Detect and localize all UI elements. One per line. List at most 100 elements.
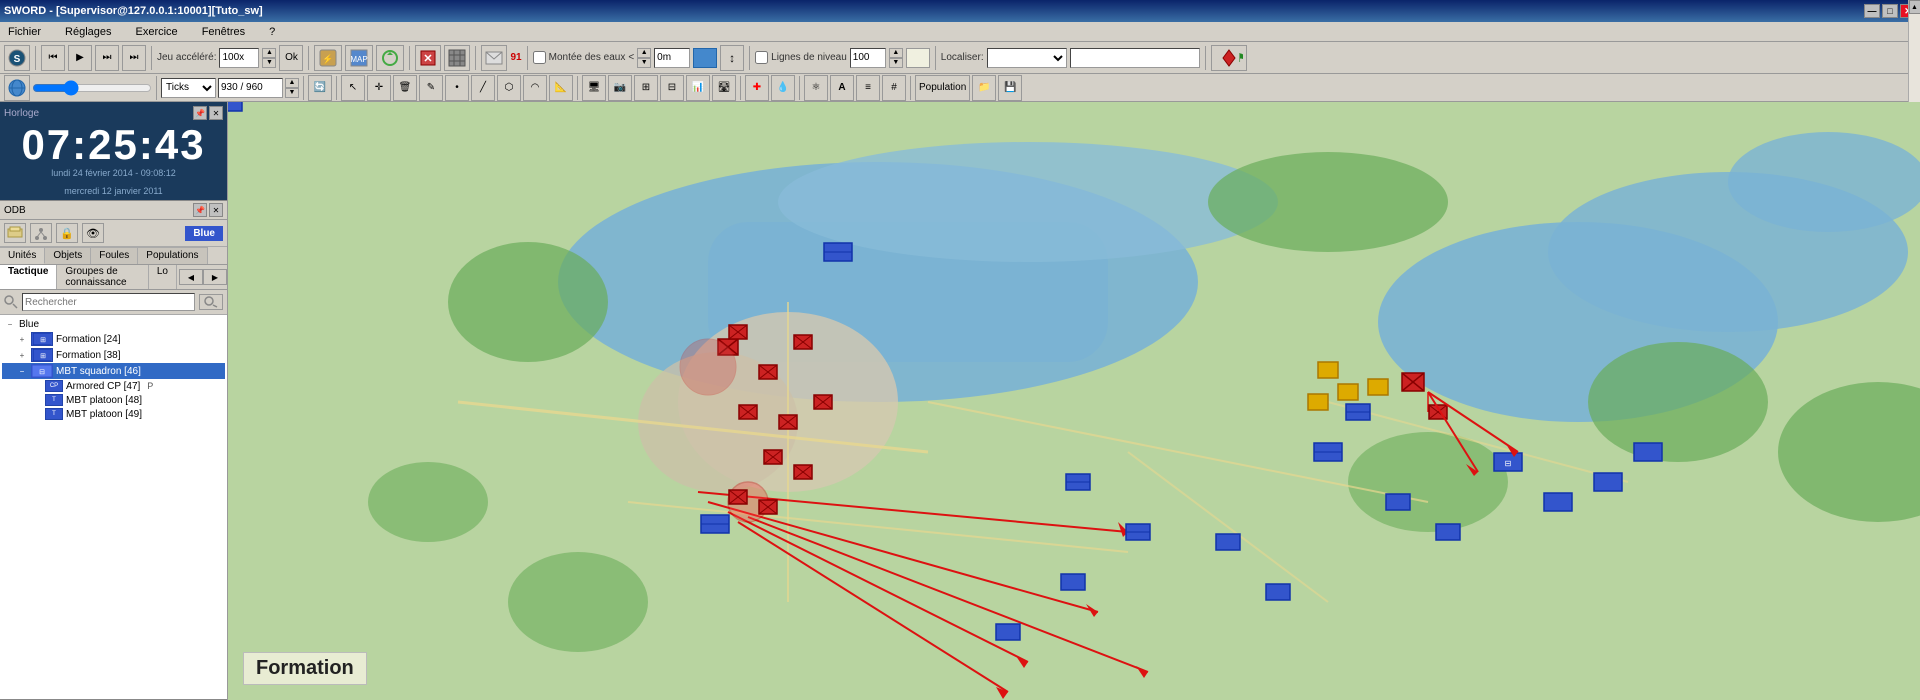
tree-armored-cp-47[interactable]: CP Armored CP [47] P bbox=[2, 379, 225, 393]
zoom-fit-button[interactable]: ⊞ bbox=[634, 75, 658, 101]
lignes-niveau-input[interactable] bbox=[850, 48, 886, 68]
step-button[interactable]: ⏭ bbox=[95, 45, 119, 71]
play-button[interactable]: ▶ bbox=[68, 45, 92, 71]
tree-mbt-platoon-49[interactable]: T MBT platoon [49] bbox=[2, 407, 225, 421]
tree-formation-24[interactable]: + ⊞ Formation [24] bbox=[2, 331, 225, 347]
mail-button[interactable] bbox=[481, 45, 507, 71]
maximize-button[interactable]: □ bbox=[1882, 4, 1898, 18]
drop-button[interactable]: 💧 bbox=[771, 75, 795, 101]
line-button[interactable]: ╱ bbox=[471, 75, 495, 101]
localiser-input[interactable] bbox=[1070, 48, 1200, 68]
ticks-down[interactable]: ▼ bbox=[285, 88, 299, 98]
montee-eaux-input[interactable] bbox=[654, 48, 690, 68]
zoom-slider[interactable] bbox=[32, 81, 152, 95]
lignes-niveau-checkbox[interactable] bbox=[755, 51, 768, 64]
odb-eye-button[interactable]: 👁 bbox=[82, 223, 104, 243]
population-button[interactable]: Population bbox=[915, 75, 970, 101]
screen-button[interactable]: 🖥 bbox=[582, 75, 606, 101]
clock-pin-button[interactable]: 📌 bbox=[193, 106, 207, 120]
tab-unites[interactable]: Unités bbox=[0, 247, 45, 264]
menu-fenetres[interactable]: Fenêtres bbox=[198, 26, 249, 38]
refresh2-button[interactable]: 🔄 bbox=[308, 75, 332, 101]
minimize-button[interactable]: — bbox=[1864, 4, 1880, 18]
montee-eaux-checkbox[interactable] bbox=[533, 51, 546, 64]
scenario-button[interactable]: ⚡ bbox=[314, 45, 342, 71]
tab-objets[interactable]: Objets bbox=[45, 247, 91, 264]
search-input[interactable] bbox=[22, 293, 195, 311]
search-button[interactable] bbox=[199, 294, 223, 310]
subtab-tactique[interactable]: Tactique bbox=[0, 265, 57, 289]
montee-up[interactable]: ▲ bbox=[637, 48, 651, 58]
scroll-up-button[interactable]: ▲ bbox=[1909, 0, 1920, 14]
tree-mbt-squadron-46[interactable]: − ⊟ MBT squadron [46] bbox=[2, 363, 225, 379]
cursor2-button[interactable]: ✛ bbox=[367, 75, 391, 101]
tab-foules[interactable]: Foules bbox=[91, 247, 138, 264]
montee-arrow-btn[interactable]: ↕ bbox=[720, 45, 744, 71]
ok-button[interactable]: Ok bbox=[279, 45, 303, 71]
expand-blue[interactable]: − bbox=[4, 318, 16, 330]
odb-layer-button[interactable] bbox=[4, 223, 26, 243]
subtab-prev-button[interactable]: ◀ bbox=[179, 269, 203, 285]
menu-reglages[interactable]: Réglages bbox=[61, 26, 115, 38]
montee-down[interactable]: ▼ bbox=[637, 58, 651, 68]
rewind-button[interactable]: ⏮ bbox=[41, 45, 65, 71]
text-button[interactable]: A bbox=[830, 75, 854, 101]
menu-fichier[interactable]: Fichier bbox=[4, 26, 45, 38]
expand-formation-38[interactable]: + bbox=[16, 349, 28, 361]
lignes-color-btn[interactable] bbox=[906, 48, 930, 68]
lines-button[interactable]: ≡ bbox=[856, 75, 880, 101]
delete-button[interactable]: ✕ bbox=[415, 45, 441, 71]
speed-down-button[interactable]: ▼ bbox=[262, 58, 276, 68]
odb-close-button[interactable]: ✕ bbox=[209, 203, 223, 217]
measure-button[interactable]: 📐 bbox=[549, 75, 573, 101]
zoom-fit2-button[interactable]: ⊟ bbox=[660, 75, 684, 101]
fast-forward-button[interactable]: ⏭ bbox=[122, 45, 146, 71]
expand-formation-24[interactable]: + bbox=[16, 333, 28, 345]
tree-formation-38[interactable]: + ⊞ Formation [38] bbox=[2, 347, 225, 363]
tree-blue-root[interactable]: − Blue bbox=[2, 317, 225, 331]
subtab-groupes[interactable]: Groupes de connaissance bbox=[57, 265, 148, 289]
refresh-button[interactable] bbox=[376, 45, 404, 71]
road-button[interactable]: 🛣 bbox=[712, 75, 736, 101]
atom-button[interactable]: ⚛ bbox=[804, 75, 828, 101]
draw-button[interactable]: ✎ bbox=[419, 75, 443, 101]
world-button[interactable] bbox=[4, 75, 30, 101]
polygon-button[interactable]: ⬡ bbox=[497, 75, 521, 101]
tab-populations[interactable]: Populations bbox=[138, 247, 207, 264]
clock-close-button[interactable]: ✕ bbox=[209, 106, 223, 120]
expand-mbt-46[interactable]: − bbox=[16, 365, 28, 377]
ticks-select[interactable]: Ticks bbox=[161, 78, 216, 98]
subtab-next-button[interactable]: ▶ bbox=[203, 269, 227, 285]
odb-lock-button[interactable]: 🔒 bbox=[56, 223, 78, 243]
speed-up-button[interactable]: ▲ bbox=[262, 48, 276, 58]
localiser-select[interactable] bbox=[987, 48, 1067, 68]
odb-pin-button[interactable]: 📌 bbox=[193, 203, 207, 217]
tree-mbt-platoon-48[interactable]: T MBT platoon [48] bbox=[2, 393, 225, 407]
grid-button[interactable] bbox=[444, 45, 470, 71]
ticks-up[interactable]: ▲ bbox=[285, 78, 299, 88]
menu-help[interactable]: ? bbox=[265, 26, 279, 38]
menu-exercice[interactable]: Exercice bbox=[132, 26, 182, 38]
camera-button[interactable]: 📷 bbox=[608, 75, 632, 101]
arc-button[interactable]: ◠ bbox=[523, 75, 547, 101]
odb-tree-button[interactable] bbox=[30, 223, 52, 243]
save-map-button[interactable]: 💾 bbox=[998, 75, 1022, 101]
speed-input[interactable] bbox=[219, 48, 259, 68]
hash-button[interactable]: # bbox=[882, 75, 906, 101]
home-button[interactable]: S bbox=[4, 45, 30, 71]
point-button[interactable]: • bbox=[445, 75, 469, 101]
subtab-lo[interactable]: Lo bbox=[149, 265, 177, 289]
layers-button[interactable]: 📊 bbox=[686, 75, 710, 101]
map-button[interactable]: MAP bbox=[345, 45, 373, 71]
lignes-up[interactable]: ▲ bbox=[889, 48, 903, 58]
montee-color-btn[interactable] bbox=[693, 48, 717, 68]
montee-eaux-less[interactable]: < bbox=[628, 52, 634, 63]
nav-button[interactable]: ⚑ bbox=[1211, 45, 1247, 71]
medic-button[interactable]: ✚ bbox=[745, 75, 769, 101]
trash-button[interactable]: 🗑 bbox=[393, 75, 417, 101]
map-area[interactable]: ⊟ bbox=[228, 102, 1920, 700]
lignes-down[interactable]: ▼ bbox=[889, 58, 903, 68]
folder-button[interactable]: 📁 bbox=[972, 75, 996, 101]
cursor-button[interactable]: ↖ bbox=[341, 75, 365, 101]
ticks-input[interactable] bbox=[218, 78, 283, 98]
